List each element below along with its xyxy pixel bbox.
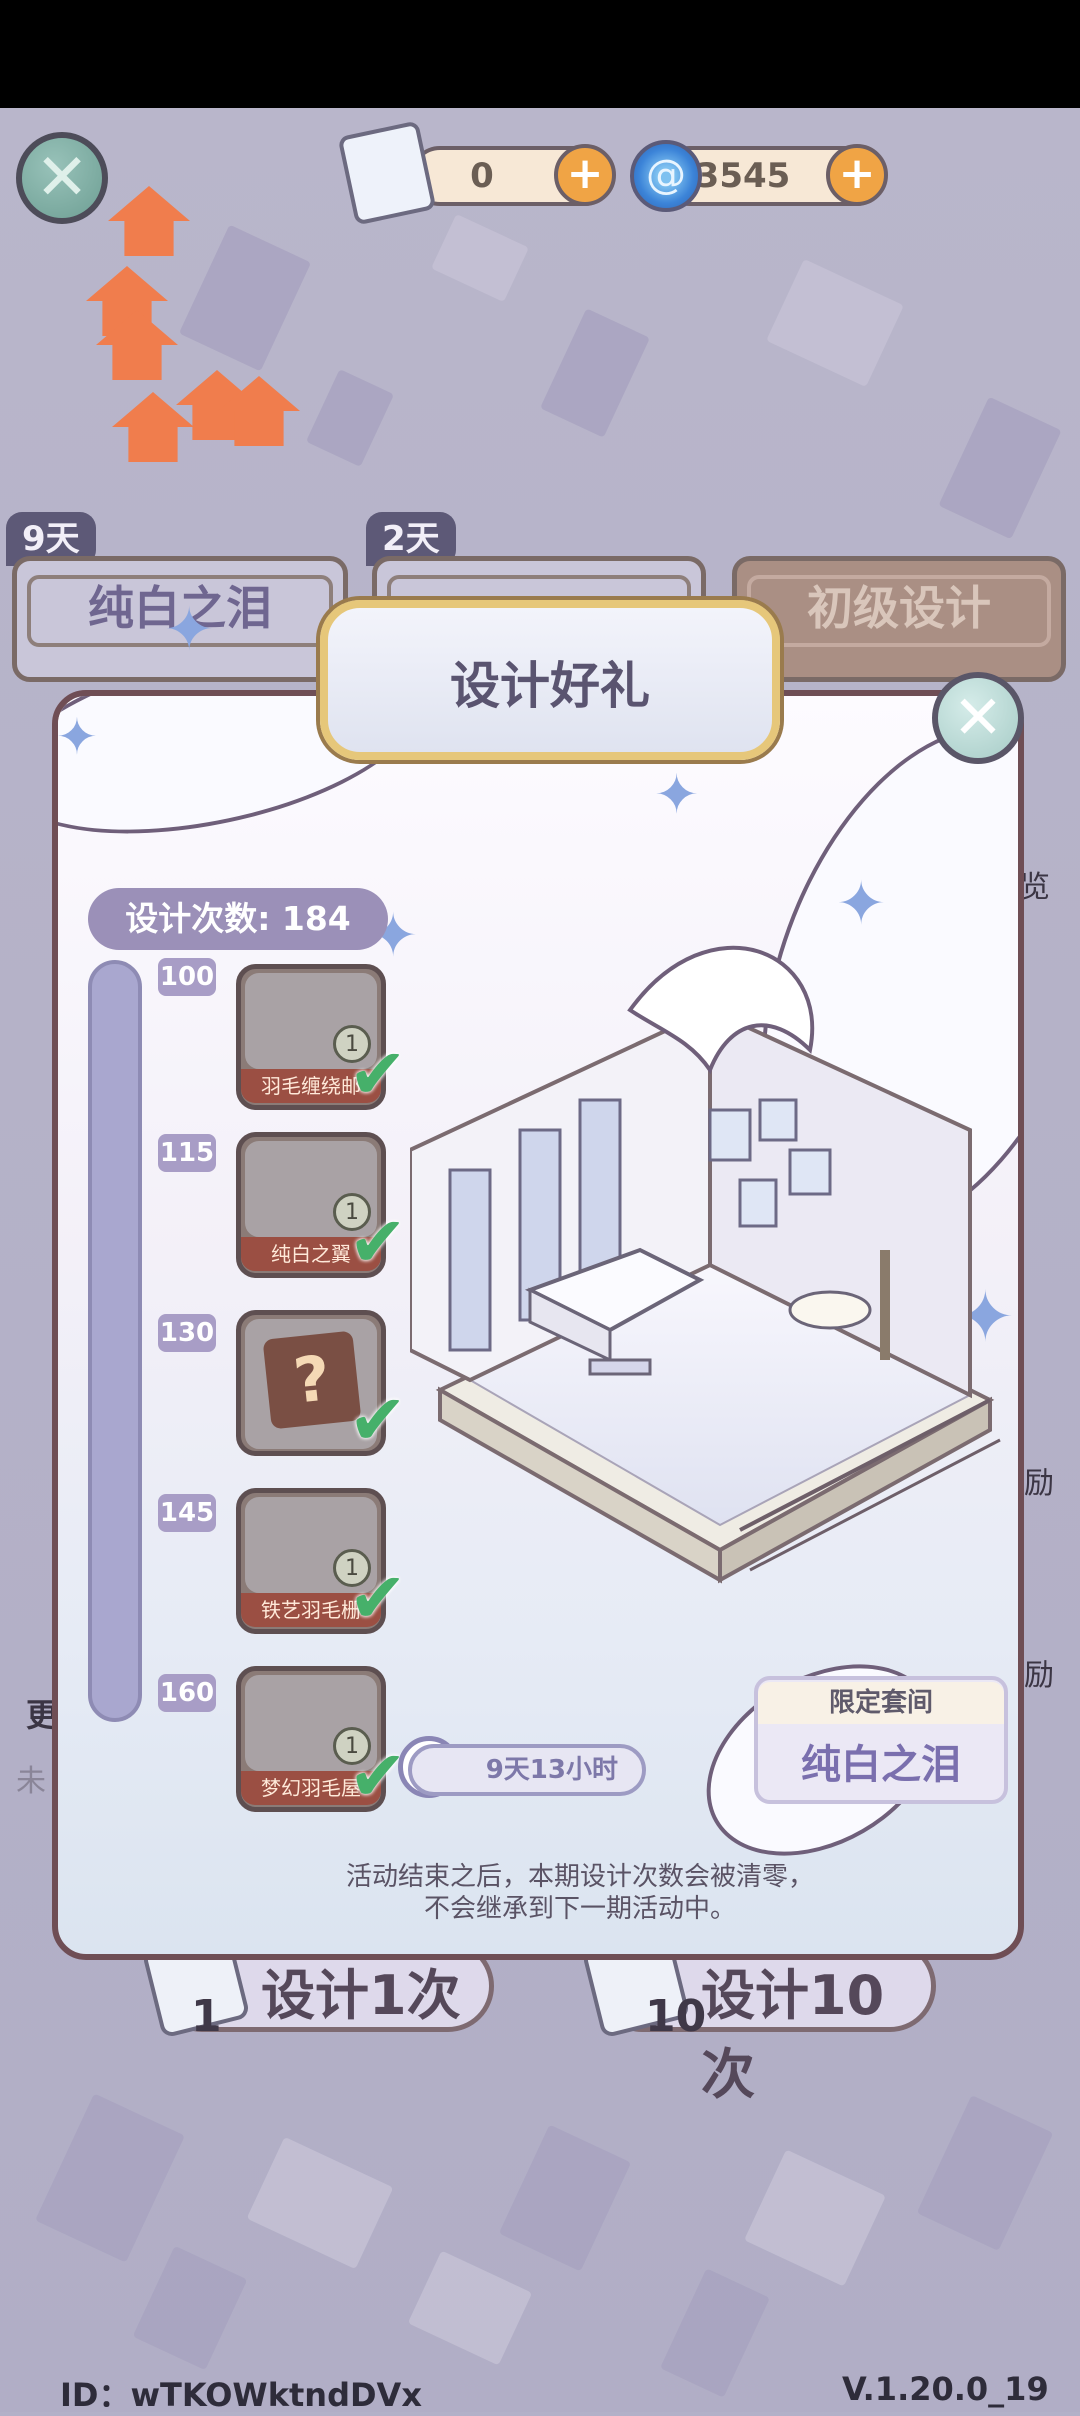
add-currency-button[interactable]: + bbox=[826, 144, 888, 206]
claimed-check-icon: ✔ bbox=[348, 1379, 407, 1461]
claimed-check-icon: ✔ bbox=[348, 1557, 407, 1639]
ticket-counter: 0 + bbox=[410, 144, 616, 206]
suite-name: 纯白之泪 bbox=[801, 1742, 961, 1788]
sparkle-icon: ✦ bbox=[654, 763, 700, 826]
milestone-reward[interactable]: ? ✔ bbox=[236, 1310, 407, 1461]
sparkle-icon: ✦ bbox=[164, 595, 215, 665]
design-count-label: 设计次数: 184 bbox=[88, 888, 388, 950]
claimed-check-icon: ✔ bbox=[348, 1033, 407, 1115]
close-modal-button[interactable]: ✕ bbox=[932, 672, 1024, 764]
claimed-check-icon: ✔ bbox=[348, 1735, 407, 1817]
close-icon: ✕ bbox=[952, 683, 1004, 753]
mystery-box-icon: ? bbox=[262, 1330, 362, 1430]
close-icon: ✕ bbox=[35, 141, 89, 215]
design-once-label: 设计1次 bbox=[261, 1964, 461, 2027]
milestone-reward[interactable]: 1 梦幻羽毛屋 ✔ bbox=[236, 1666, 407, 1817]
milestone-threshold: 145 bbox=[158, 1494, 216, 1532]
sparkle-icon: ✦ bbox=[836, 869, 887, 939]
exit-button[interactable]: ✕ bbox=[16, 132, 108, 224]
side-label: 未 bbox=[16, 1764, 46, 1799]
milestone-threshold: 100 bbox=[158, 958, 216, 996]
modal-title: 设计好礼 bbox=[450, 657, 650, 715]
status-bar bbox=[0, 0, 1080, 108]
milestone-threshold: 130 bbox=[158, 1314, 216, 1352]
milestone-reward[interactable]: 1 铁艺羽毛栅 ✔ bbox=[236, 1488, 407, 1639]
swirl-currency-icon: @ bbox=[630, 140, 702, 212]
milestone-reward[interactable]: 1 羽毛缠绕邮 ✔ bbox=[236, 964, 407, 1115]
tab-label: 初级设计 bbox=[747, 575, 1051, 647]
milestone-threshold: 160 bbox=[158, 1674, 216, 1712]
title-plate: 设计好礼 bbox=[320, 600, 780, 760]
player-id: ID：wTKOWktndDVx bbox=[60, 2376, 422, 2414]
design-ten-label: 设计10次 bbox=[701, 1964, 885, 2106]
milestone-threshold: 115 bbox=[158, 1134, 216, 1172]
side-label: 励 bbox=[1024, 1658, 1054, 1693]
add-ticket-button[interactable]: + bbox=[554, 144, 616, 206]
side-label: 励 bbox=[1024, 1466, 1054, 1501]
milestone-reward[interactable]: 1 纯白之翼 ✔ bbox=[236, 1132, 407, 1283]
side-label: 览 bbox=[1020, 870, 1050, 905]
reset-notice-line2: 不会继承到下一期活动中。 bbox=[423, 1894, 736, 1924]
claimed-check-icon: ✔ bbox=[348, 1201, 407, 1283]
ticket-count: 0 bbox=[470, 156, 494, 196]
progress-track bbox=[88, 960, 142, 1722]
design-ten-cost: 10 bbox=[645, 1991, 707, 2042]
suite-caption: 限定套间 bbox=[758, 1682, 1004, 1724]
sparkle-icon: ✦ bbox=[56, 708, 98, 766]
app-version: V.1.20.0_19 bbox=[842, 2370, 1049, 2408]
tab-beginner-design[interactable]: 初级设计 bbox=[732, 556, 1066, 682]
design-once-cost: 1 bbox=[191, 1991, 222, 2042]
limited-suite-card[interactable]: 限定套间 纯白之泪 bbox=[754, 1676, 1008, 1804]
event-timer: 9天13小时 bbox=[408, 1744, 646, 1796]
suite-room-illustration bbox=[410, 945, 1001, 1584]
